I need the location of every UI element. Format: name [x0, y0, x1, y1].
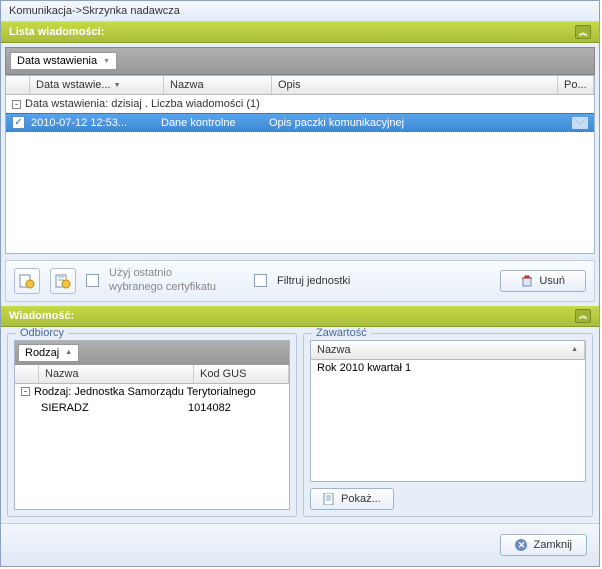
cert-button-2[interactable] [50, 268, 76, 294]
content-header: Nazwa ▲ [311, 341, 585, 360]
recipients-body: - Rodzaj: Jednostka Samorządu Terytorial… [15, 384, 289, 510]
delete-icon [521, 275, 533, 287]
content-grid: Nazwa ▲ Rok 2010 kwartał 1 [310, 340, 586, 483]
cell-nazwa: SIERADZ [41, 402, 188, 414]
recipients-fieldset: Odbiorcy Rodzaj ▲ Nazwa Kod GUS - Ro [7, 333, 297, 518]
group-by-bar: Data wstawienia ▼ [5, 47, 595, 75]
sort-asc-icon-2: ▲ [571, 346, 578, 353]
content-legend: Zawartość [312, 327, 371, 339]
col-nazwa[interactable]: Nazwa [39, 365, 194, 383]
cell-name: Dane kontrolne [161, 117, 269, 129]
main-window: Komunikacja->Skrzynka nadawcza Lista wia… [0, 0, 600, 567]
group-pill[interactable]: Data wstawienia ▼ [10, 52, 117, 70]
group-row[interactable]: - Data wstawienia: dzisiaj . Liczba wiad… [6, 95, 594, 113]
column-desc[interactable]: Opis [272, 76, 558, 94]
breadcrumb: Komunikacja->Skrzynka nadawcza [1, 1, 599, 22]
use-last-cert-checkbox[interactable] [86, 274, 99, 287]
collapse-icon[interactable]: - [21, 387, 30, 396]
group-row-label: Data wstawienia: dzisiaj . Liczba wiadom… [25, 98, 260, 110]
cert-button-1[interactable] [14, 268, 40, 294]
sort-asc-icon: ▲ [65, 349, 72, 356]
content-actions: Pokaż... [310, 488, 586, 510]
show-button[interactable]: Pokaż... [310, 488, 394, 510]
column-name[interactable]: Nazwa [164, 76, 272, 94]
use-last-cert-label: Użyj ostatnio wybranego certyfikatu [109, 267, 216, 295]
row-checkbox[interactable]: ✓ [12, 116, 25, 129]
envelope-icon [572, 117, 588, 129]
grid-body: - Data wstawienia: dzisiaj . Liczba wiad… [6, 95, 594, 253]
content-body: Rok 2010 kwartał 1 [311, 360, 585, 482]
recipients-group-row[interactable]: - Rodzaj: Jednostka Samorządu Terytorial… [15, 384, 289, 400]
close-icon: ✕ [515, 539, 527, 551]
grid-header: Data wstawie... ▼ Nazwa Opis Po... [6, 76, 594, 95]
column-po[interactable]: Po... [558, 76, 594, 94]
content-row[interactable]: Rok 2010 kwartał 1 [311, 360, 585, 376]
recipients-header: Nazwa Kod GUS [15, 365, 289, 384]
recipients-group-pill[interactable]: Rodzaj ▲ [18, 344, 79, 362]
collapse-button[interactable]: ︽ [575, 25, 591, 39]
column-date[interactable]: Data wstawie... ▼ [30, 76, 164, 94]
message-detail-area: Odbiorcy Rodzaj ▲ Nazwa Kod GUS - Ro [1, 327, 599, 524]
sort-desc-icon: ▼ [114, 82, 121, 89]
cell-desc: Opis paczki komunikacyjnej [269, 117, 572, 129]
col-expand[interactable] [15, 365, 39, 383]
cell-date: 2010-07-12 12:53... [31, 117, 161, 129]
section-header-message: Wiadomość: ︽ [1, 306, 599, 327]
group-pill-label: Data wstawienia [17, 55, 97, 67]
collapse-group-icon[interactable]: - [12, 100, 21, 109]
column-expand[interactable] [6, 76, 30, 94]
chevron-down-icon: ▼ [103, 58, 110, 65]
messages-grid: Data wstawie... ▼ Nazwa Opis Po... - Dat… [5, 75, 595, 254]
section-header-list: Lista wiadomości: ︽ [1, 22, 599, 43]
section-title: Lista wiadomości: [9, 26, 104, 38]
table-row[interactable]: ✓ 2010-07-12 12:53... Dane kontrolne Opi… [6, 113, 594, 132]
grid-toolbar: Użyj ostatnio wybranego certyfikatu Filt… [5, 260, 595, 302]
recipients-legend: Odbiorcy [16, 327, 68, 339]
section-title-2: Wiadomość: [9, 310, 74, 322]
col-kodgus[interactable]: Kod GUS [194, 365, 289, 383]
filter-units-label: Filtruj jednostki [277, 275, 350, 287]
document-icon [323, 493, 335, 505]
collapse-button-2[interactable]: ︽ [575, 309, 591, 323]
dialog-footer: ✕ Zamknij [1, 523, 599, 566]
cell-kodgus: 1014082 [188, 402, 283, 414]
recipients-grid: Rodzaj ▲ Nazwa Kod GUS - Rodzaj: Jednost… [14, 340, 290, 511]
content-fieldset: Zawartość Nazwa ▲ Rok 2010 kwartał 1 Pok… [303, 333, 593, 518]
message-list-area: Data wstawienia ▼ Data wstawie... ▼ Nazw… [1, 43, 599, 306]
close-button[interactable]: ✕ Zamknij [500, 534, 587, 556]
filter-units-checkbox[interactable] [254, 274, 267, 287]
delete-button[interactable]: Usuń [500, 270, 586, 292]
recipients-row[interactable]: SIERADZ 1014082 [15, 400, 289, 416]
content-col[interactable]: Nazwa ▲ [311, 341, 585, 359]
recipients-group-bar: Rodzaj ▲ [15, 341, 289, 365]
